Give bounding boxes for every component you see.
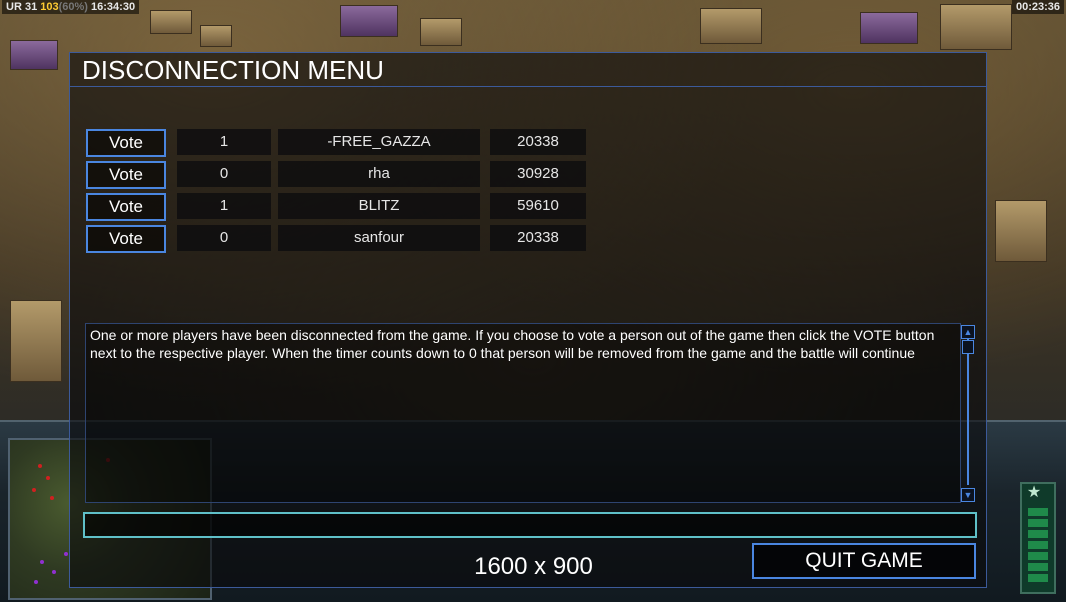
dialog-title: DISCONNECTION MENU — [82, 55, 384, 85]
general-star-icon[interactable]: ★ — [1022, 484, 1046, 502]
disconnection-dialog: DISCONNECTION MENU Vote 1 -FREE_GAZZA 20… — [69, 52, 987, 588]
player-name: rha — [278, 161, 480, 187]
message-box: One or more players have been disconnect… — [85, 323, 961, 503]
scroll-track[interactable] — [967, 339, 969, 485]
chat-input[interactable] — [83, 512, 977, 538]
player-name: -FREE_GAZZA — [278, 129, 480, 155]
vote-button[interactable]: Vote — [86, 193, 166, 221]
game-timer: 00:23:36 — [1011, 0, 1064, 14]
scroll-up-icon[interactable]: ▲ — [961, 325, 975, 339]
stat-a: 31 — [24, 1, 38, 13]
player-name: BLITZ — [278, 193, 480, 219]
vote-count: 1 — [177, 129, 271, 155]
player-ping: 59610 — [490, 193, 586, 219]
vote-count: 1 — [177, 193, 271, 219]
vote-count: 0 — [177, 225, 271, 251]
player-name: sanfour — [278, 225, 480, 251]
player-ping: 20338 — [490, 129, 586, 155]
scroll-down-icon[interactable]: ▼ — [961, 488, 975, 502]
stat-prefix: UR — [6, 1, 22, 13]
vote-count: 0 — [177, 161, 271, 187]
quit-game-button[interactable]: QUIT GAME — [752, 543, 976, 579]
stat-c: (60%) — [58, 1, 88, 13]
vote-button[interactable]: Vote — [86, 129, 166, 157]
message-scrollbar[interactable]: ▲ ▼ — [961, 325, 975, 502]
scroll-thumb[interactable] — [962, 340, 974, 354]
player-ping: 20338 — [490, 225, 586, 251]
system-clock: 16:34:30 — [91, 1, 136, 13]
top-left-stats: UR 31 103(60%) 16:34:30 — [2, 0, 140, 14]
vote-button[interactable]: Vote — [86, 161, 166, 189]
player-ping: 30928 — [490, 161, 586, 187]
title-divider — [70, 86, 986, 87]
resolution-label: 1600 x 900 — [474, 553, 593, 580]
vote-button[interactable]: Vote — [86, 225, 166, 253]
stat-b: 103 — [40, 1, 59, 13]
disconnect-message: One or more players have been disconnect… — [90, 327, 935, 361]
